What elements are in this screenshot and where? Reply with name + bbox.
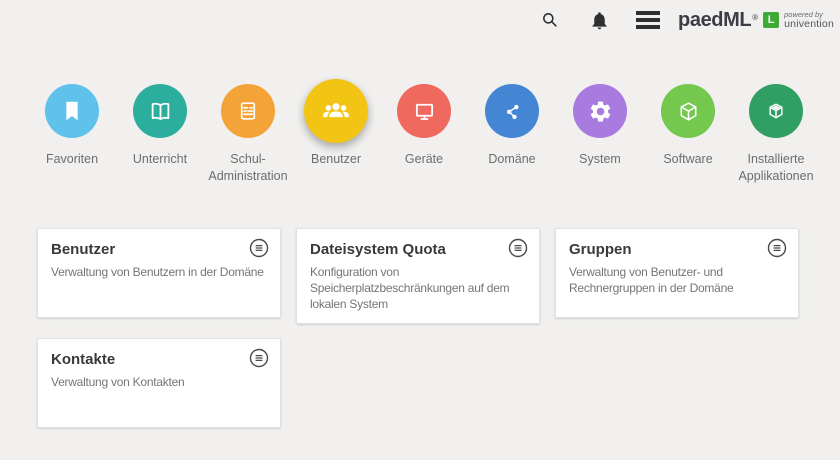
paedml-logo: paedML ® L powered by univention	[678, 9, 834, 32]
search-icon[interactable]	[538, 8, 562, 32]
category-row: Favoriten Unterricht Schul-Administratio…	[28, 78, 820, 185]
benutzer-circle	[304, 79, 368, 143]
card-context-menu-icon[interactable]	[249, 348, 269, 368]
unterricht-circle	[133, 84, 187, 138]
category-system[interactable]: System	[556, 78, 644, 185]
installierte-applikationen-circle	[749, 84, 803, 138]
users-group-icon	[323, 103, 349, 118]
card-description: Konfiguration von Speicherplatzbeschränk…	[310, 265, 510, 311]
powered-by-block: powered by univention	[784, 10, 834, 31]
software-circle	[661, 84, 715, 138]
card-title: Benutzer	[51, 241, 116, 258]
cube-icon	[680, 101, 696, 121]
card-title: Dateisystem Quota	[310, 241, 446, 258]
module-card-grid: Benutzer Verwaltung von Benutzern in der…	[37, 228, 799, 428]
monitor-icon	[415, 103, 433, 120]
category-unterricht[interactable]: Unterricht	[116, 78, 204, 185]
gear-icon	[590, 100, 610, 121]
notifications-bell-icon[interactable]	[587, 8, 611, 32]
open-book-icon	[151, 102, 169, 120]
card-gruppen[interactable]: Gruppen Verwaltung von Benutzer- und Rec…	[555, 228, 799, 318]
category-favoriten[interactable]: Favoriten	[28, 78, 116, 185]
category-installierte-applikationen[interactable]: Installierte Applikationen	[732, 78, 820, 185]
abacus-icon	[240, 102, 256, 120]
hamburger-menu-icon[interactable]	[636, 8, 661, 32]
installed-cube-icon	[769, 103, 783, 119]
card-description: Verwaltung von Kontakten	[51, 375, 185, 389]
network-share-icon	[506, 104, 519, 119]
card-context-menu-icon[interactable]	[767, 238, 787, 258]
card-title: Kontakte	[51, 351, 116, 368]
category-benutzer[interactable]: Benutzer	[292, 78, 380, 185]
domaene-circle	[485, 84, 539, 138]
system-circle	[573, 84, 627, 138]
category-geraete[interactable]: Geräte	[380, 78, 468, 185]
card-benutzer[interactable]: Benutzer Verwaltung von Benutzern in der…	[37, 228, 281, 318]
category-schul-administration[interactable]: Schul-Administration	[204, 78, 292, 185]
vendor-text: univention	[784, 17, 834, 30]
schul-administration-circle	[221, 84, 275, 138]
edition-letter-badge: L	[763, 12, 780, 28]
category-software[interactable]: Software	[644, 78, 732, 185]
card-description: Verwaltung von Benutzern in der Domäne	[51, 265, 264, 279]
category-domaene[interactable]: Domäne	[468, 78, 556, 185]
card-kontakte[interactable]: Kontakte Verwaltung von Kontakten	[37, 338, 281, 428]
bookmark-icon	[66, 101, 78, 121]
card-context-menu-icon[interactable]	[508, 238, 528, 258]
card-context-menu-icon[interactable]	[249, 238, 269, 258]
card-description: Verwaltung von Benutzer- und Rechnergrup…	[569, 265, 734, 295]
logo-brand-text: paedML	[678, 8, 752, 31]
geraete-circle	[397, 84, 451, 138]
top-bar: paedML ® L powered by univention	[0, 0, 840, 40]
card-title: Gruppen	[569, 241, 632, 258]
registered-trademark: ®	[752, 12, 759, 22]
card-dateisystem-quota[interactable]: Dateisystem Quota Konfiguration von Spei…	[296, 228, 540, 324]
favoriten-circle	[45, 84, 99, 138]
